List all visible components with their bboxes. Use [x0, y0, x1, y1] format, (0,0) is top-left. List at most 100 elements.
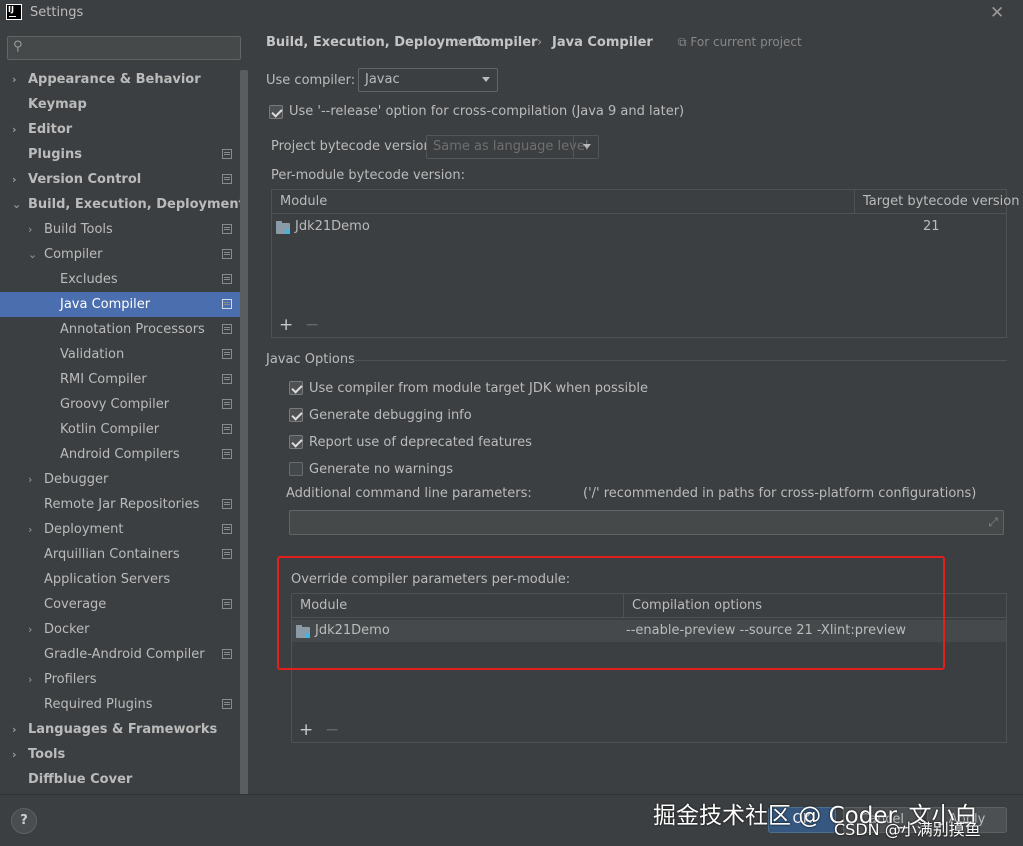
- sidebar-item-build-execution-deployment[interactable]: ⌄ Build, Execution, Deployment: [0, 192, 245, 217]
- sidebar-item-annotation-processors[interactable]: Annotation Processors: [0, 317, 240, 342]
- deprecated-label: Report use of deprecated features: [309, 435, 532, 450]
- project-scope-icon: [222, 599, 232, 609]
- project-scope-icon: [222, 549, 232, 559]
- debug-info-checkbox[interactable]: [289, 408, 303, 422]
- column-divider[interactable]: [623, 594, 624, 618]
- override-params-label: Override compiler parameters per-module:: [291, 572, 571, 587]
- search-box[interactable]: ⚲: [7, 36, 241, 60]
- close-icon[interactable]: ✕: [990, 3, 1004, 23]
- no-warnings-checkbox[interactable]: [289, 462, 303, 476]
- sidebar-item-label: Android Compilers: [60, 447, 180, 462]
- column-module[interactable]: Module: [293, 594, 347, 618]
- add-icon[interactable]: +: [279, 317, 293, 334]
- sidebar-item-remote-jar-repositories[interactable]: Remote Jar Repositories: [0, 492, 240, 517]
- project-scope-icon: [222, 449, 232, 459]
- sidebar-item-label: Editor: [28, 122, 73, 137]
- remove-icon[interactable]: −: [325, 722, 339, 739]
- sidebar-item-debugger[interactable]: › Debugger: [0, 467, 240, 492]
- sidebar-item-label: Deployment: [44, 522, 124, 537]
- sidebar-item-application-servers[interactable]: Application Servers: [0, 567, 240, 592]
- sidebar-item-label: Application Servers: [44, 572, 171, 587]
- release-option-checkbox[interactable]: [269, 105, 283, 119]
- project-scope-icon: [222, 349, 232, 359]
- sidebar-item-required-plugins[interactable]: Required Plugins: [0, 692, 240, 717]
- sidebar-item-tools[interactable]: › Tools: [0, 742, 240, 767]
- column-compilation-options[interactable]: Compilation options: [625, 594, 762, 618]
- sidebar-item-version-control[interactable]: › Version Control: [0, 167, 240, 192]
- sidebar-item-coverage[interactable]: Coverage: [0, 592, 240, 617]
- table-row[interactable]: Jdk21Demo 21: [272, 216, 1006, 238]
- project-scope-icon: [222, 149, 232, 159]
- chevron-down-icon[interactable]: ⌄: [28, 242, 37, 267]
- breadcrumb-separator: ›: [537, 35, 543, 50]
- deprecated-checkbox[interactable]: [289, 435, 303, 449]
- chevron-right-icon[interactable]: ›: [12, 167, 17, 192]
- chevron-right-icon[interactable]: ›: [12, 67, 17, 92]
- sidebar-item-label: Plugins: [28, 147, 82, 162]
- remove-icon[interactable]: −: [305, 317, 319, 334]
- project-scope-icon: [222, 374, 232, 384]
- chevron-right-icon[interactable]: ›: [28, 667, 32, 692]
- main-panel: Build, Execution, Deployment › Compiler …: [250, 26, 1023, 794]
- sidebar-item-label: Java Compiler: [60, 297, 151, 312]
- title-bar: IJ Settings ✕: [0, 0, 1023, 26]
- project-bytecode-select[interactable]: Same as language level: [426, 135, 599, 159]
- sidebar-item-diffblue-cover[interactable]: Diffblue Cover: [0, 767, 240, 792]
- table-row[interactable]: Jdk21Demo --enable-preview --source 21 -…: [292, 620, 1006, 642]
- sidebar-item-label: Version Control: [28, 172, 142, 187]
- sidebar-item-gradle-android-compiler[interactable]: Gradle-Android Compiler: [0, 642, 240, 667]
- additional-params-field[interactable]: ⤢: [289, 510, 1004, 535]
- sidebar-item-label: Kotlin Compiler: [60, 422, 160, 437]
- sidebar-item-excludes[interactable]: Excludes: [0, 267, 240, 292]
- chevron-right-icon[interactable]: ›: [28, 467, 32, 492]
- sidebar-item-deployment[interactable]: › Deployment: [0, 517, 240, 542]
- target-version[interactable]: 21: [923, 216, 940, 238]
- sidebar-scrollbar[interactable]: [240, 70, 248, 798]
- settings-tree: › Appearance & Behavior Keymap › Editor Plugi…: [0, 67, 245, 792]
- breadcrumb-separator: ›: [457, 35, 463, 50]
- chevron-right-icon[interactable]: ›: [28, 517, 32, 542]
- debug-info-label: Generate debugging info: [309, 408, 472, 423]
- chevron-right-icon[interactable]: ›: [28, 217, 32, 242]
- chevron-right-icon[interactable]: ›: [12, 117, 17, 142]
- use-module-jdk-checkbox[interactable]: [289, 381, 303, 395]
- chevron-right-icon[interactable]: ›: [12, 717, 17, 742]
- column-module[interactable]: Module: [273, 190, 327, 214]
- chevron-down-icon[interactable]: ⌄: [12, 192, 21, 217]
- sidebar-item-profilers[interactable]: › Profilers: [0, 667, 240, 692]
- sidebar-item-validation[interactable]: Validation: [0, 342, 240, 367]
- sidebar-item-compiler[interactable]: ⌄ Compiler: [0, 242, 240, 267]
- breadcrumb-compiler[interactable]: Compiler: [472, 35, 537, 50]
- search-icon: ⚲: [13, 39, 23, 54]
- sidebar-item-rmi-compiler[interactable]: RMI Compiler: [0, 367, 240, 392]
- sidebar-item-android-compilers[interactable]: Android Compilers: [0, 442, 240, 467]
- chevron-right-icon[interactable]: ›: [28, 617, 32, 642]
- per-module-bytecode-label: Per-module bytecode version:: [271, 168, 465, 183]
- sidebar-item-groovy-compiler[interactable]: Groovy Compiler: [0, 392, 240, 417]
- sidebar-item-editor[interactable]: › Editor: [0, 117, 240, 142]
- sidebar-item-keymap[interactable]: Keymap: [0, 92, 240, 117]
- expand-icon[interactable]: ⤢: [988, 515, 998, 530]
- column-target-bytecode[interactable]: Target bytecode version: [856, 190, 1020, 214]
- module-icon: [296, 625, 310, 638]
- help-button[interactable]: ?: [11, 808, 37, 834]
- sidebar-item-arquillian-containers[interactable]: Arquillian Containers: [0, 542, 240, 567]
- add-icon[interactable]: +: [299, 722, 313, 739]
- sidebar-item-label: Build, Execution, Deployment: [28, 197, 245, 212]
- search-input[interactable]: [32, 38, 232, 58]
- sidebar-item-label: Tools: [28, 747, 66, 762]
- sidebar-item-docker[interactable]: › Docker: [0, 617, 240, 642]
- sidebar-item-kotlin-compiler[interactable]: Kotlin Compiler: [0, 417, 240, 442]
- sidebar-item-plugins[interactable]: Plugins: [0, 142, 240, 167]
- sidebar-item-build-tools[interactable]: › Build Tools: [0, 217, 240, 242]
- use-compiler-label: Use compiler:: [266, 73, 356, 88]
- sidebar-item-appearance-behavior[interactable]: › Appearance & Behavior: [0, 67, 240, 92]
- sidebar-item-label: Compiler: [44, 247, 103, 262]
- column-divider[interactable]: [854, 190, 855, 214]
- sidebar-item-languages-frameworks[interactable]: › Languages & Frameworks: [0, 717, 240, 742]
- sidebar-item-java-compiler[interactable]: Java Compiler: [0, 292, 240, 317]
- chevron-right-icon[interactable]: ›: [12, 742, 17, 767]
- compiler-select[interactable]: Javac: [358, 68, 498, 92]
- breadcrumb-build-execution-deployment[interactable]: Build, Execution, Deployment: [266, 35, 483, 50]
- compilation-options-value[interactable]: --enable-preview --source 21 -Xlint:prev…: [626, 620, 906, 642]
